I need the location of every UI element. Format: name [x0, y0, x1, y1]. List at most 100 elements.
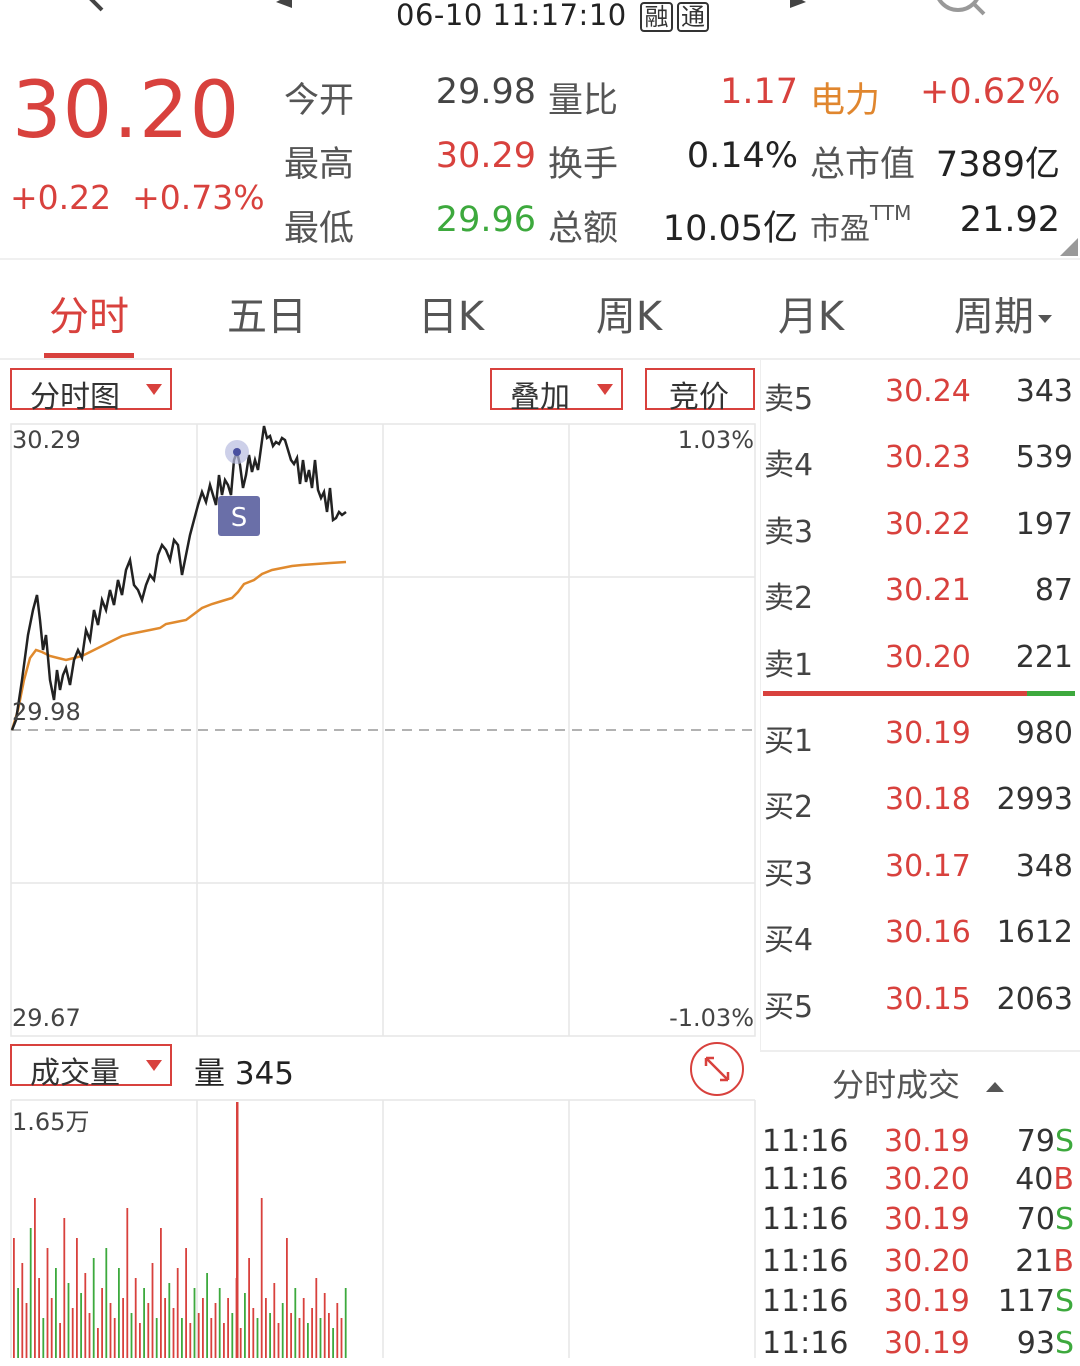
search-icon[interactable]	[928, 0, 992, 22]
divider	[760, 1050, 1080, 1052]
next-stock-icon[interactable]	[786, 0, 810, 14]
volume-bar	[130, 1313, 133, 1358]
volume-bar	[92, 1258, 95, 1358]
divider	[0, 258, 1080, 260]
bid-volume: 1612	[996, 915, 1073, 951]
volume-bar	[281, 1303, 284, 1358]
ask-price: 30.24	[885, 374, 971, 409]
chart-mode-dropdown[interactable]: 分时图	[10, 368, 172, 415]
volume-bar	[151, 1263, 154, 1358]
volume-bar	[189, 1323, 192, 1358]
pe-ttm-sup: TTM	[870, 201, 912, 225]
volume-bar	[248, 1258, 250, 1358]
margin-tag: 融	[640, 2, 673, 32]
bid-row-1[interactable]: 买1 30.19 980	[761, 716, 1080, 760]
dropdown-arrow-icon	[597, 384, 613, 395]
volume-bar	[328, 1313, 330, 1358]
tab-monthly-k[interactable]: 月K	[756, 284, 866, 342]
bid-level-label: 买4	[764, 923, 814, 959]
tab-five-day[interactable]: 五日	[212, 284, 322, 342]
volume-bar	[231, 1313, 234, 1358]
tab-period[interactable]: 周期	[940, 284, 1066, 342]
volume-bar	[122, 1298, 124, 1358]
tab-intraday[interactable]: 分时	[34, 284, 144, 342]
bid-row-5[interactable]: 买5 30.15 2063	[761, 982, 1080, 1026]
volume-bar	[126, 1208, 129, 1358]
bid-volume: 2993	[996, 782, 1073, 818]
trade-time: 11:16	[762, 1244, 849, 1279]
trade-side: S	[1054, 1284, 1074, 1319]
trade-row: 11:16 30.19 79S	[762, 1124, 1078, 1164]
expand-arrows-icon	[704, 1056, 730, 1082]
current-volume: 量 345	[194, 1056, 295, 1092]
trade-side: B	[1053, 1244, 1074, 1279]
prev-stock-icon[interactable]	[272, 0, 296, 14]
chart-pct-low: -1.03%	[669, 1004, 754, 1032]
bid-row-3[interactable]: 买3 30.17 348	[761, 849, 1080, 893]
low-value: 29.96	[435, 200, 536, 240]
bid-price: 30.17	[885, 848, 971, 884]
turnover-label: 换手	[548, 145, 619, 185]
overlay-dropdown[interactable]: 叠加	[490, 368, 623, 415]
fullscreen-button[interactable]	[690, 1042, 744, 1096]
order-book: 卖5 30.24 343 卖4 30.23 539 卖3 30.22 197 卖2 30.21 87 卖…	[760, 360, 1080, 1050]
volume-bar	[260, 1198, 263, 1358]
trades-title-button[interactable]: 分时成交	[832, 1060, 1005, 1106]
trade-row: 11:16 30.19 117S	[762, 1284, 1078, 1324]
dropdown-arrow-icon	[146, 1060, 162, 1071]
volume-bar	[185, 1248, 187, 1358]
ask-price: 30.23	[885, 440, 971, 476]
volume-bar	[197, 1313, 200, 1358]
open-label: 今开	[284, 81, 355, 121]
caret-down-icon	[1038, 315, 1052, 323]
volume-bar	[214, 1303, 217, 1358]
bid-price: 30.16	[885, 915, 971, 951]
sector-label[interactable]: 电力	[810, 72, 880, 123]
tab-weekly-k[interactable]: 周K	[574, 284, 684, 342]
ask-row-5[interactable]: 卖1 30.20 221	[761, 640, 1080, 684]
trade-price: 30.20	[884, 1162, 970, 1197]
price-change: +0.22 +0.73%	[10, 178, 265, 217]
volume-bar	[210, 1318, 213, 1358]
volume-mode-dropdown[interactable]: 成交量	[10, 1044, 172, 1091]
volume-bar	[109, 1303, 112, 1358]
volume-bar	[206, 1273, 208, 1358]
ask-row-2[interactable]: 卖4 30.23 539	[761, 440, 1080, 484]
volume-bar	[160, 1228, 162, 1358]
sector-change: +0.62%	[920, 72, 1061, 112]
ask-row-3[interactable]: 卖3 30.22 197	[761, 507, 1080, 551]
volume-bar	[38, 1278, 40, 1358]
auction-button[interactable]: 竞价	[645, 368, 755, 415]
volume-bar	[256, 1318, 259, 1358]
highlight-point-dot	[233, 448, 241, 456]
volume-bar	[176, 1268, 179, 1358]
volume-bar	[21, 1263, 24, 1358]
bid-price: 30.15	[885, 981, 971, 1017]
chart-low-label: 29.67	[12, 1004, 81, 1032]
ask-level-label: 卖4	[764, 448, 814, 484]
intraday-chart[interactable]: S	[0, 420, 760, 1040]
ask-row-4[interactable]: 卖2 30.21 87	[761, 573, 1080, 617]
ask-row-1[interactable]: 卖5 30.24 343	[761, 374, 1080, 418]
trade-volume: 79S	[962, 1124, 1074, 1159]
volume-bar	[315, 1278, 318, 1358]
tab-daily-k[interactable]: 日K	[396, 284, 506, 342]
trade-price: 30.20	[884, 1244, 970, 1279]
volume-bar	[118, 1268, 120, 1358]
volume-bar	[172, 1308, 175, 1358]
volume-chart	[10, 1099, 756, 1358]
back-icon[interactable]	[80, 0, 110, 18]
expand-corner-icon[interactable]	[1060, 238, 1078, 256]
trade-row: 11:16 30.19 93S	[762, 1326, 1078, 1366]
bid-row-4[interactable]: 买4 30.16 1612	[761, 915, 1080, 959]
trade-price: 30.19	[884, 1326, 970, 1361]
volume-bar	[294, 1288, 297, 1358]
volume-ratio-label: 量比	[548, 81, 619, 121]
ask-price: 30.22	[885, 506, 971, 542]
bid-level-label: 买2	[764, 790, 814, 826]
volume-bar	[67, 1283, 70, 1358]
bid-row-2[interactable]: 买2 30.18 2993	[761, 782, 1080, 826]
trade-time: 11:16	[762, 1284, 849, 1319]
trade-volume: 117S	[962, 1284, 1074, 1319]
bid-price: 30.19	[885, 716, 971, 751]
